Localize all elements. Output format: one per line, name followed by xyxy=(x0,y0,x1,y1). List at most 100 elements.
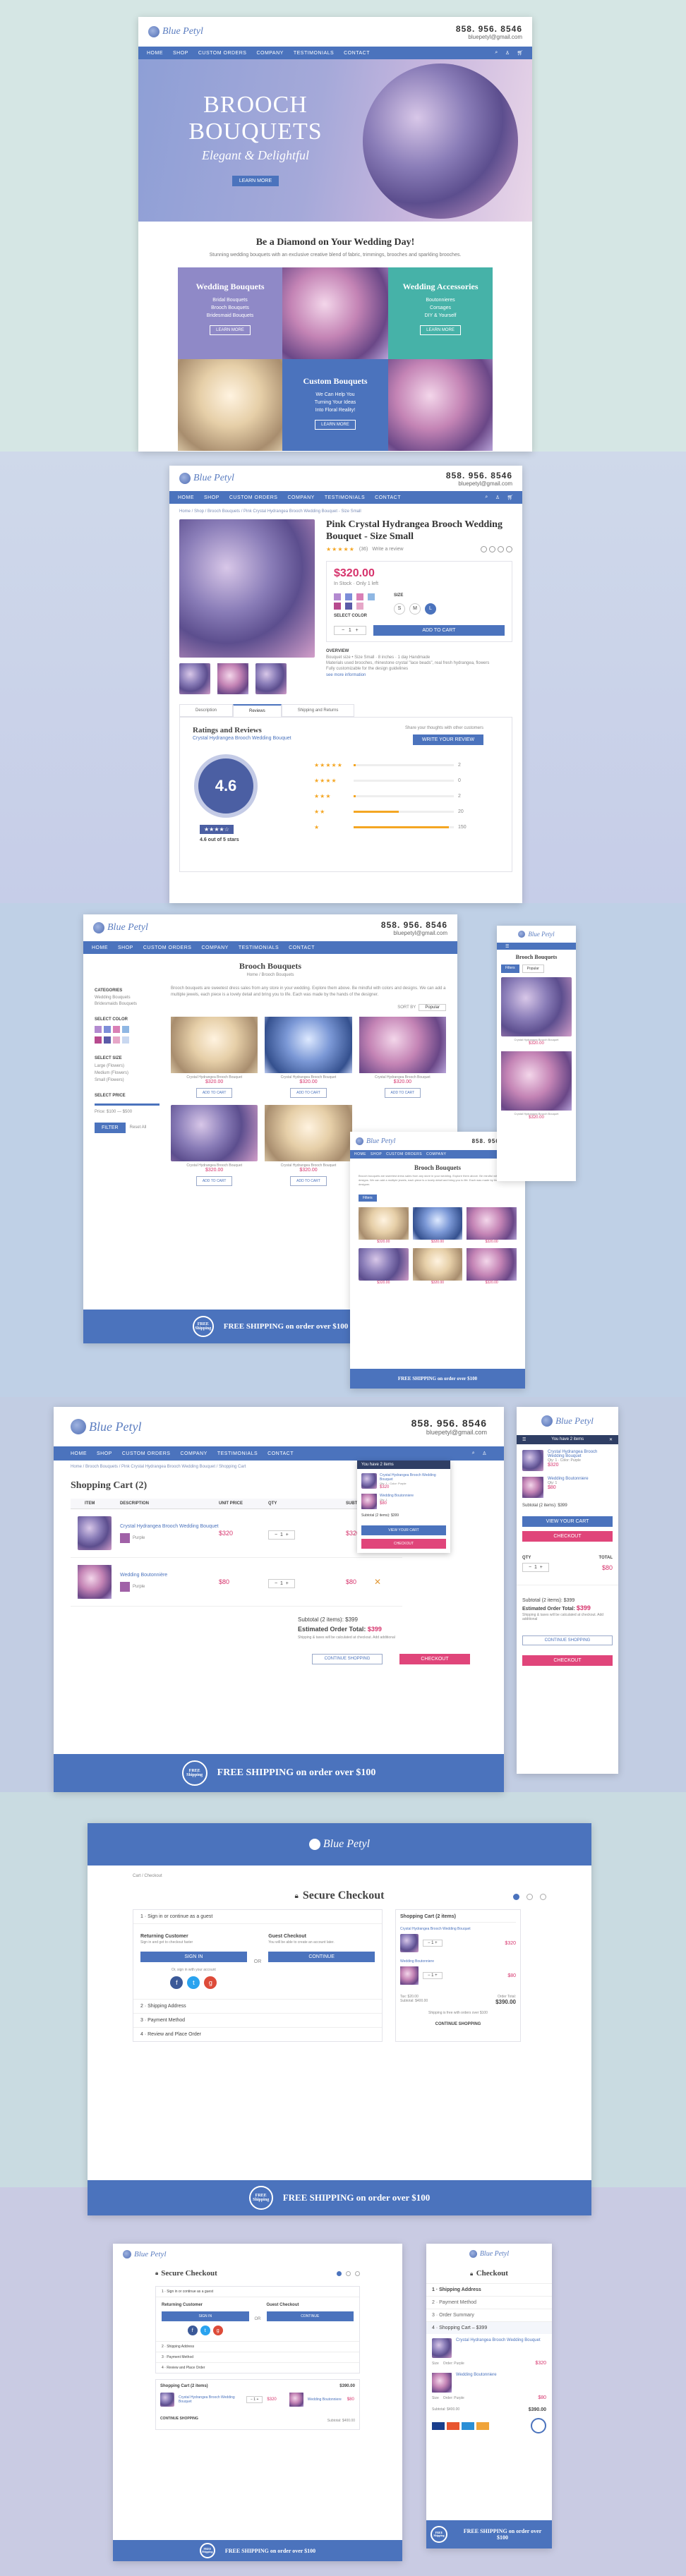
hero-learn-more-button[interactable]: LEARN MORE xyxy=(231,176,279,186)
add-to-cart-button[interactable]: ADD TO CART xyxy=(384,1088,421,1098)
nav-testimonials[interactable]: TESTIMONIALS xyxy=(294,51,334,56)
phone-number[interactable]: 858. 956. 8546 xyxy=(446,471,512,480)
email-address[interactable]: bluepetyl@gmail.com xyxy=(456,34,522,40)
phone-number[interactable]: 858. 956. 8546 xyxy=(411,1417,487,1429)
product-card[interactable]: Crystal Hydrangea Brooch Bouquet $320.00 xyxy=(501,977,572,1046)
close-icon[interactable]: ✕ xyxy=(609,1437,613,1442)
sign-in-button[interactable]: SIGN IN xyxy=(140,1952,247,1962)
brand-logo[interactable]: Blue Petyl xyxy=(93,922,148,933)
product-card[interactable]: Crystal Hydrangea Brooch Bouquet $320.00… xyxy=(171,1105,258,1186)
user-icon[interactable]: ♙ xyxy=(495,495,500,500)
brand-logo[interactable]: Blue Petyl xyxy=(123,2250,167,2258)
user-icon[interactable]: ♙ xyxy=(482,1451,487,1456)
nav-testimonials[interactable]: TESTIMONIALS xyxy=(217,1451,258,1456)
nav-custom-orders[interactable]: CUSTOM ORDERS xyxy=(229,495,278,500)
side-category-item[interactable]: Wedding Bouquets xyxy=(95,996,160,1000)
nav-shop[interactable]: SHOP xyxy=(173,51,188,56)
continue-shopping-button[interactable]: CONTINUE SHOPPING xyxy=(312,1654,383,1664)
add-to-cart-button[interactable]: ADD TO CART xyxy=(195,1176,233,1186)
nav-company[interactable]: COMPANY xyxy=(426,1152,446,1156)
tile-custom-bouquets[interactable]: Custom Bouquets We Can Help You Turning … xyxy=(282,359,388,451)
side-size-item[interactable]: Small (Flowers) xyxy=(95,1078,160,1082)
write-review-button[interactable]: WRITE YOUR REVIEW xyxy=(413,734,483,745)
color-swatch[interactable] xyxy=(368,593,375,600)
email-address[interactable]: bluepetyl@gmail.com xyxy=(446,480,512,487)
step-review[interactable]: 4 · Review and Place Order xyxy=(156,2362,359,2373)
step-payment[interactable]: 3 · Payment Method xyxy=(133,2013,382,2027)
twitter-icon[interactable] xyxy=(498,545,504,552)
tile-wedding-bouquets[interactable]: Wedding Bouquets Bridal Bouquets Brooch … xyxy=(178,267,282,359)
nav-company[interactable]: COMPANY xyxy=(180,1451,207,1456)
search-icon[interactable]: ⌕ xyxy=(485,495,488,500)
user-icon[interactable]: ♙ xyxy=(505,50,510,56)
see-more-link[interactable]: see more information xyxy=(326,673,512,677)
nav-testimonials[interactable]: TESTIMONIALS xyxy=(325,495,365,500)
side-category-item[interactable]: Bridesmaids Bouquets xyxy=(95,1002,160,1006)
nav-custom-orders[interactable]: CUSTOM ORDERS xyxy=(143,945,192,950)
checkout-button[interactable]: CHECKOUT xyxy=(522,1655,613,1666)
price-slider[interactable] xyxy=(95,1103,160,1106)
color-swatch[interactable] xyxy=(345,602,352,610)
quantity-stepper[interactable]: − 1 + xyxy=(423,1972,443,1979)
view-cart-button[interactable]: VIEW YOUR CART xyxy=(361,1525,446,1535)
step-payment[interactable]: 3 · Payment Method xyxy=(156,2352,359,2362)
share-icon[interactable] xyxy=(481,545,487,552)
nav-shop[interactable]: SHOP xyxy=(97,1451,112,1456)
color-swatch[interactable] xyxy=(334,593,341,600)
nav-contact[interactable]: CONTACT xyxy=(375,495,401,500)
sort-select[interactable]: Popular xyxy=(419,1004,446,1011)
add-to-cart-button[interactable]: ADD TO CART xyxy=(290,1176,327,1186)
nav-home[interactable]: HOME xyxy=(71,1451,87,1456)
color-swatch[interactable] xyxy=(356,602,363,610)
side-size-item[interactable]: Large (Flowers) xyxy=(95,1064,160,1068)
facebook-icon[interactable] xyxy=(489,545,495,552)
color-swatch[interactable] xyxy=(95,1026,102,1033)
product-card[interactable]: Crystal Hydrangea Brooch Bouquet $320.00… xyxy=(265,1105,352,1186)
color-swatch[interactable] xyxy=(104,1036,111,1044)
product-card[interactable]: Crystal Hydrangea Brooch Bouquet $320.00… xyxy=(359,1017,446,1098)
sidebar-continue-shopping[interactable]: CONTINUE SHOPPING xyxy=(160,2417,198,2421)
quantity-stepper[interactable]: − 1 + xyxy=(423,1940,443,1947)
nav-shop[interactable]: SHOP xyxy=(118,945,133,950)
quantity-stepper[interactable]: − 1 + xyxy=(246,2396,263,2403)
nav-custom-orders[interactable]: CUSTOM ORDERS xyxy=(122,1451,171,1456)
phone-number[interactable]: 858. 956. 8546 xyxy=(381,920,447,930)
google-icon[interactable]: g xyxy=(212,2326,223,2335)
sidebar-item-name[interactable]: Wedding Boutonniere xyxy=(456,2373,497,2377)
color-swatch[interactable] xyxy=(122,1026,129,1033)
reset-all-link[interactable]: Reset All xyxy=(130,1123,147,1133)
tile-learn-more-button[interactable]: LEARN MORE xyxy=(315,420,356,430)
brand-logo[interactable]: Blue Petyl xyxy=(148,26,203,37)
pinterest-icon[interactable] xyxy=(506,545,512,552)
mini-checkout-button[interactable]: CHECKOUT xyxy=(522,1531,613,1542)
sidebar-item-name[interactable]: Crystal Hydrangea Brooch Wedding Bouquet xyxy=(179,2395,242,2404)
mobile-step[interactable]: 3 · Order Summary xyxy=(426,2309,552,2321)
sign-in-button[interactable]: SIGN IN xyxy=(162,2311,249,2321)
nav-contact[interactable]: CONTACT xyxy=(267,1451,294,1456)
nav-company[interactable]: COMPANY xyxy=(201,945,228,950)
search-icon[interactable]: ⌕ xyxy=(472,1451,475,1456)
product-card[interactable]: Crystal Hydrangea Brooch Bouquet $320.00… xyxy=(265,1017,352,1098)
color-swatch[interactable] xyxy=(113,1026,120,1033)
nav-company[interactable]: COMPANY xyxy=(287,495,314,500)
quantity-stepper[interactable]: − 1 + xyxy=(522,1563,549,1572)
continue-shopping-button[interactable]: CONTINUE SHOPPING xyxy=(522,1635,613,1645)
brand-logo[interactable]: Blue Petyl xyxy=(179,473,234,484)
quantity-stepper[interactable]: − 1 + xyxy=(334,625,366,635)
color-swatch[interactable] xyxy=(334,602,341,610)
checkout-button[interactable]: CHECKOUT xyxy=(399,1654,470,1664)
twitter-icon[interactable]: t xyxy=(200,2326,210,2335)
nav-testimonials[interactable]: TESTIMONIALS xyxy=(239,945,279,950)
tab-shipping-returns[interactable]: Shipping and Returns xyxy=(281,704,355,717)
guest-continue-button[interactable]: CONTINUE xyxy=(268,1952,375,1962)
filter-toggle-button[interactable]: Filters xyxy=(359,1195,377,1202)
product-card[interactable]: $320.00 xyxy=(412,1207,463,1244)
product-card[interactable]: Crystal Hydrangea Brooch Bouquet $320.00 xyxy=(501,1051,572,1120)
sidebar-item-name[interactable]: Wedding Boutonniere xyxy=(400,1959,516,1964)
color-swatch[interactable] xyxy=(113,1036,120,1044)
brand-logo[interactable]: Blue Petyl xyxy=(469,2249,509,2258)
brand-logo[interactable]: Blue Petyl xyxy=(541,1415,594,1427)
nav-home[interactable]: HOME xyxy=(354,1152,366,1156)
cart-item-name[interactable]: Wedding Boutonnière xyxy=(120,1573,219,1578)
facebook-icon[interactable]: f xyxy=(187,2326,198,2335)
